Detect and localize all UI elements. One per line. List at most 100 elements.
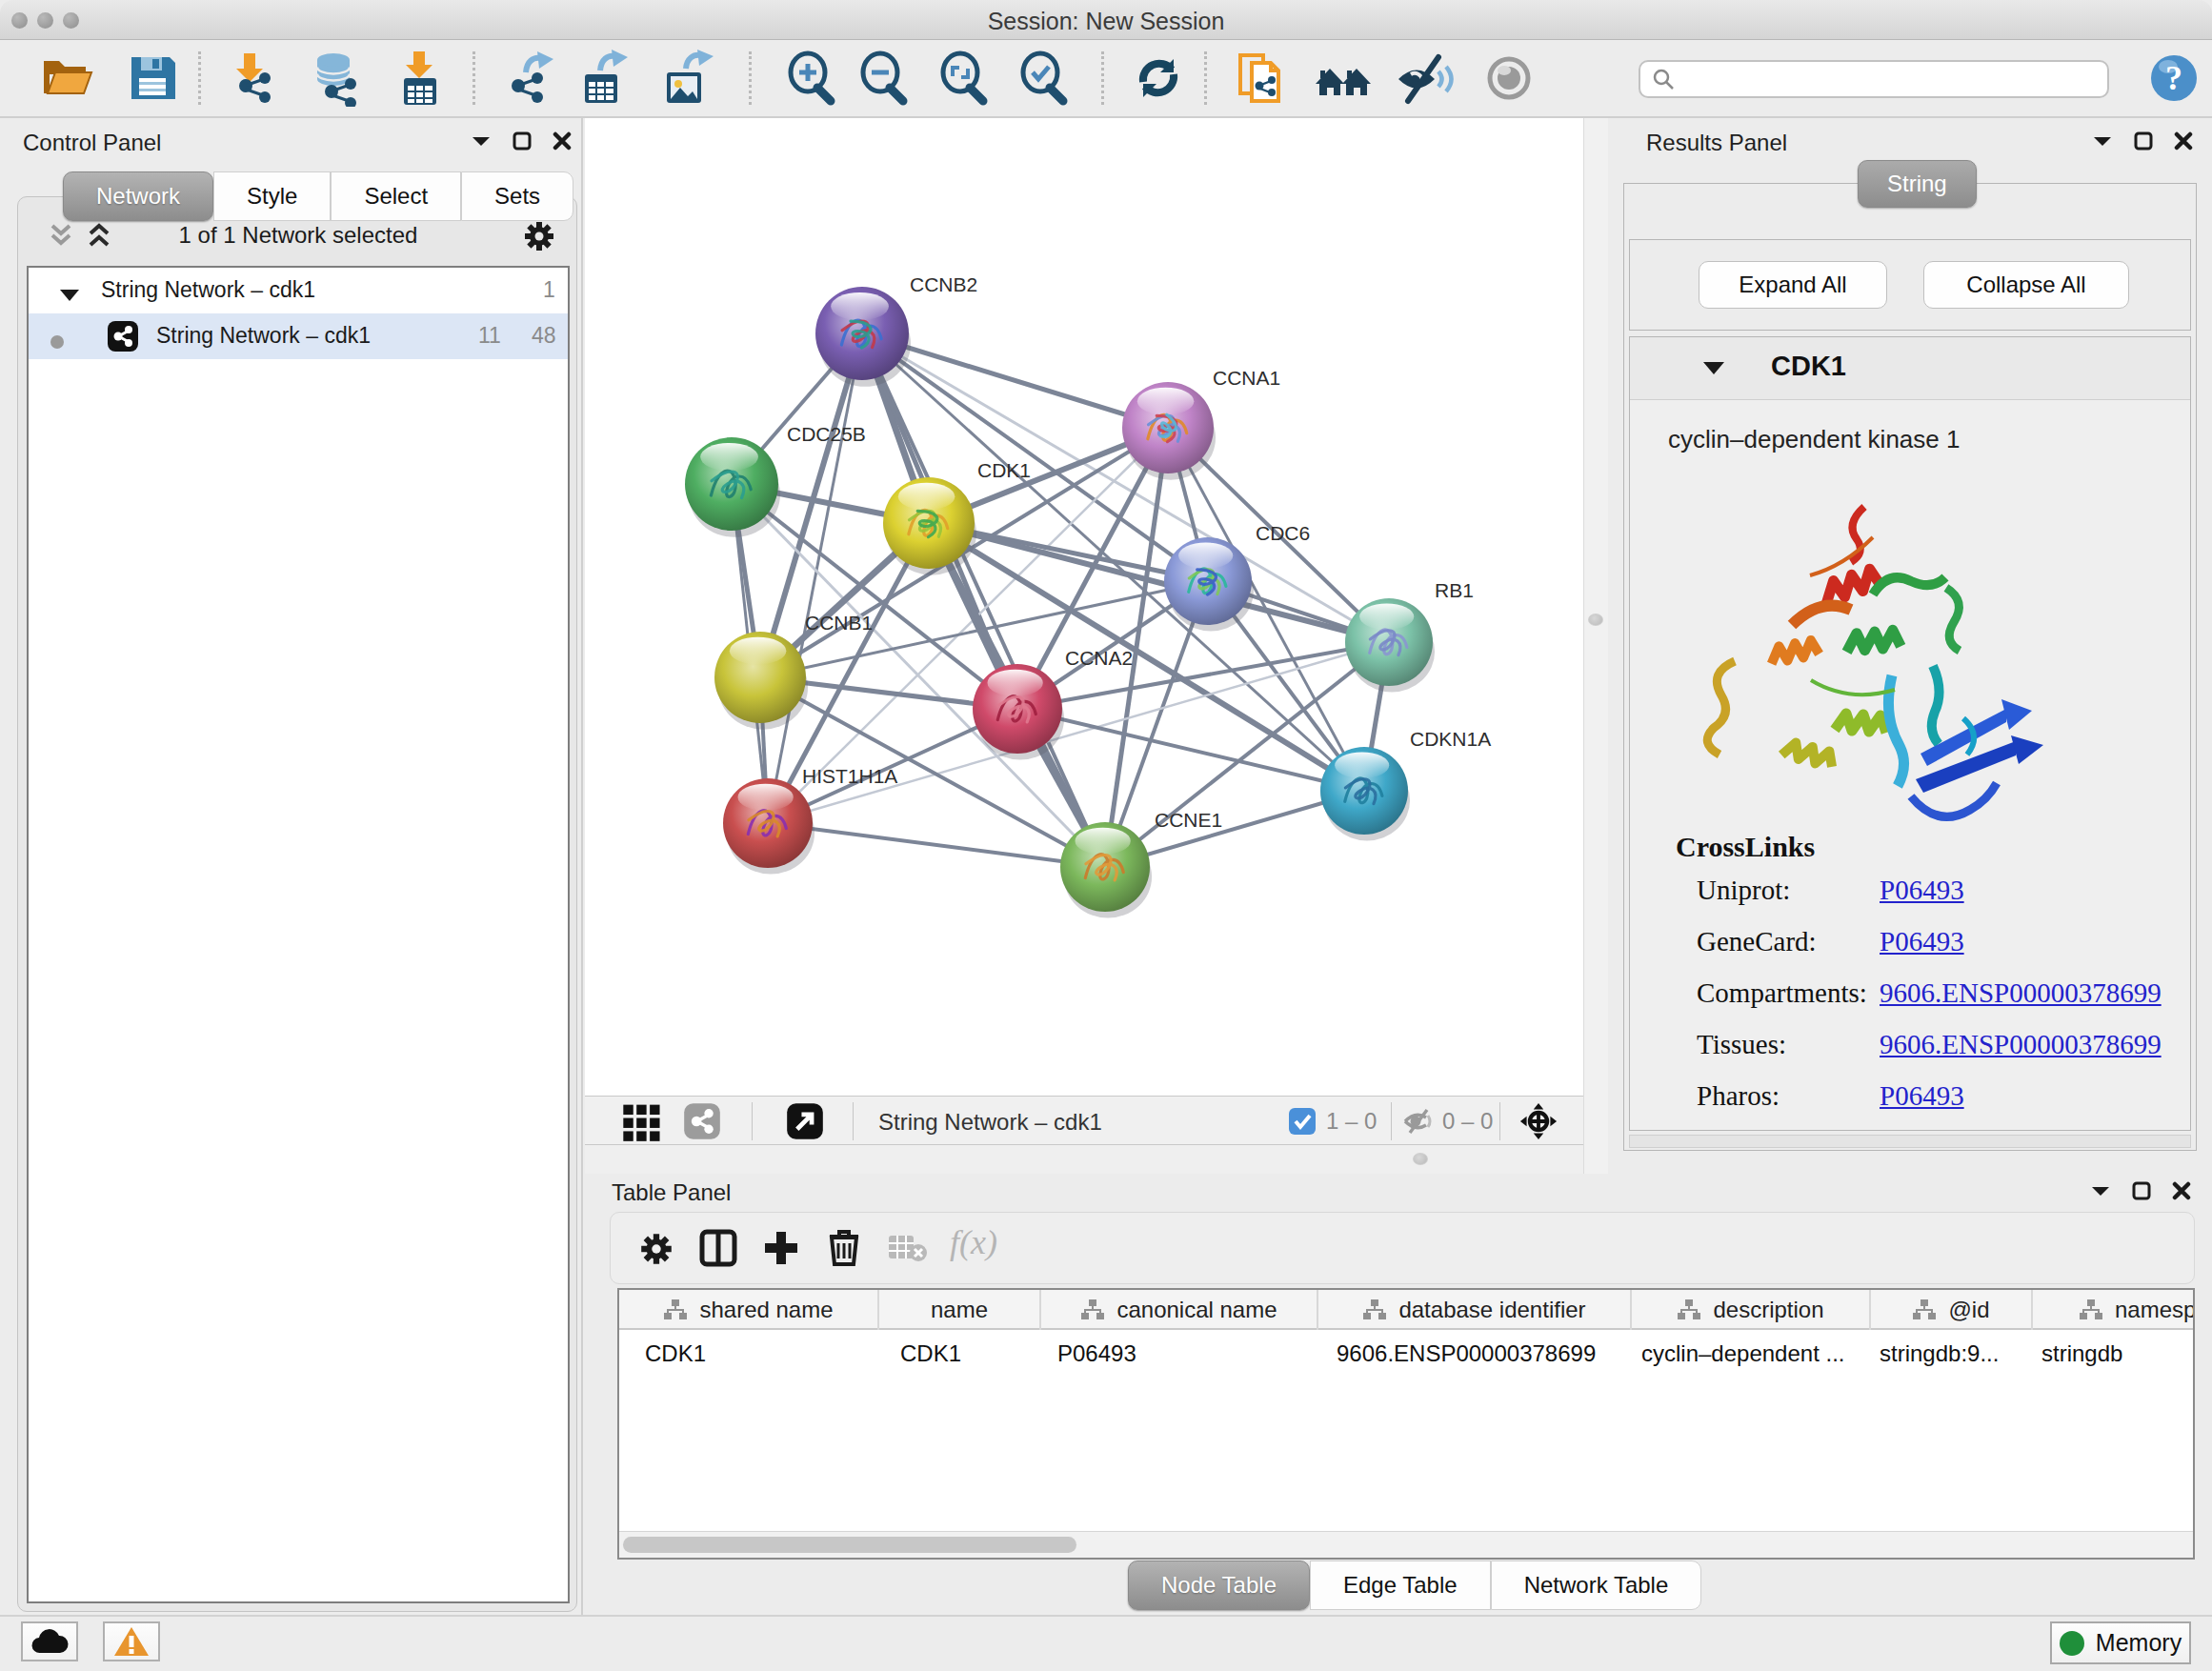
cell-shared-name[interactable]: CDK1 — [619, 1332, 879, 1376]
export-table-icon[interactable] — [573, 50, 631, 107]
zoom-out-icon[interactable] — [855, 50, 913, 107]
export-image-icon[interactable] — [657, 50, 714, 107]
open-in-window-icon[interactable] — [786, 1102, 824, 1144]
expand-all-button[interactable]: Expand All — [1699, 261, 1887, 309]
node-HIST1H1A[interactable]: HIST1H1A — [723, 765, 897, 875]
table-scrollbar-thumb[interactable] — [623, 1537, 1076, 1553]
table-settings-gear-icon[interactable] — [637, 1230, 675, 1272]
import-table-icon[interactable] — [391, 50, 448, 107]
column-header-namespace[interactable]: namespace — [2033, 1290, 2195, 1330]
node-RB1[interactable]: RB1 — [1345, 579, 1474, 692]
show-all-icon[interactable] — [1480, 50, 1538, 107]
crosslink-link[interactable]: 9606.ENSP00000378699 — [1880, 977, 2162, 1009]
crosslink-label: Tissues: — [1697, 1029, 1880, 1060]
cell-database-identifier[interactable]: 9606.ENSP00000378699 — [1318, 1332, 1632, 1376]
edge-CCNB2-CCNE1[interactable] — [862, 333, 1105, 867]
zoom-selected-icon[interactable] — [1016, 50, 1073, 107]
tab-select[interactable]: Select — [331, 171, 461, 221]
splitter-grip[interactable] — [1588, 614, 1603, 626]
import-database-icon[interactable] — [307, 50, 364, 107]
table-panel-close-icon[interactable] — [2172, 1181, 2191, 1204]
results-scrollbar[interactable] — [1629, 1135, 2191, 1148]
control-panel-menu-icon[interactable] — [471, 132, 492, 153]
node-CCNB2[interactable]: CCNB2 — [815, 273, 977, 387]
network-row-selected[interactable]: String Network – cdk1 11 48 — [29, 313, 568, 359]
tab-sets[interactable]: Sets — [461, 171, 573, 221]
node-CCNA1[interactable]: CCNA1 — [1122, 367, 1280, 480]
node-CDK1[interactable]: CDK1 — [883, 459, 1031, 575]
network-collection-row[interactable]: String Network – cdk1 1 — [29, 268, 568, 313]
help-icon[interactable]: ? — [2145, 50, 2202, 107]
pan-mode-icon[interactable] — [1518, 1101, 1558, 1145]
crosslink-link[interactable]: P06493 — [1880, 875, 1964, 906]
cell-canonical-name[interactable]: P06493 — [1041, 1332, 1318, 1376]
cell-description[interactable]: cyclin–dependent ... — [1632, 1332, 1871, 1376]
home-icon[interactable] — [1315, 50, 1372, 107]
vertical-splitter[interactable] — [1583, 118, 1608, 1174]
zoom-fit-icon[interactable] — [935, 50, 993, 107]
crosslink-link[interactable]: 9606.ENSP00000378699 — [1880, 1029, 2162, 1060]
column-header-shared-name[interactable]: shared name — [619, 1290, 879, 1330]
cell-@id[interactable]: stringdb:9... — [1871, 1332, 2033, 1376]
crosslink-link[interactable]: P06493 — [1880, 1080, 1964, 1112]
horizontal-splitter[interactable] — [585, 1145, 1608, 1174]
hidden-eye-icon[interactable] — [1402, 1107, 1435, 1139]
clone-network-icon[interactable] — [1233, 50, 1290, 107]
control-panel-float-icon[interactable] — [513, 131, 532, 154]
card-collapse-icon[interactable] — [1702, 360, 1725, 380]
import-network-icon[interactable] — [223, 50, 280, 107]
hide-selected-icon[interactable] — [1397, 50, 1454, 107]
zoom-in-icon[interactable] — [783, 50, 840, 107]
results-panel-menu-icon[interactable] — [2092, 132, 2113, 153]
edge-HIST1H1A-CCNE1[interactable] — [768, 823, 1105, 867]
selected-checkbox-icon[interactable] — [1288, 1107, 1317, 1139]
splitter-grip[interactable] — [1413, 1153, 1428, 1165]
results-panel-float-icon[interactable] — [2134, 131, 2153, 154]
network-type-badge-icon[interactable] — [683, 1102, 721, 1144]
collection-expander-icon[interactable] — [59, 283, 80, 309]
column-header-description[interactable]: description — [1632, 1290, 1871, 1330]
tab-style[interactable]: Style — [213, 171, 331, 221]
add-column-icon[interactable] — [761, 1228, 801, 1272]
edge-CCNB2-HIST1H1A[interactable] — [768, 333, 862, 823]
warning-status-button[interactable] — [103, 1621, 160, 1661]
result-card-header[interactable]: CDK1 — [1630, 337, 2190, 400]
cell-name[interactable]: CDK1 — [879, 1332, 1041, 1376]
table-row[interactable]: CDK1CDK1P064939606.ENSP00000378699cyclin… — [619, 1332, 2195, 1376]
crosslink-link[interactable]: P06493 — [1880, 926, 1964, 957]
network-options-gear-icon[interactable] — [521, 218, 557, 258]
cell-namespace[interactable]: stringdb — [2033, 1332, 2195, 1376]
export-network-icon[interactable] — [497, 50, 554, 107]
edge-CDK1-RB1[interactable] — [929, 523, 1389, 642]
column-header-database-identifier[interactable]: database identifier — [1318, 1290, 1632, 1330]
network-label: String Network – cdk1 — [156, 323, 371, 349]
network-canvas[interactable]: CCNB2CCNA1CDC25BCDK1CDC6RB1CCNB1CCNA2CDK… — [585, 118, 1583, 1096]
birds-eye-view-icon[interactable] — [621, 1100, 663, 1146]
tab-network[interactable]: Network — [63, 171, 213, 221]
cloud-status-button[interactable] — [21, 1621, 78, 1661]
results-tab-string[interactable]: String — [1858, 160, 1977, 208]
open-file-icon[interactable] — [38, 50, 95, 107]
table-tab-network-table[interactable]: Network Table — [1491, 1560, 1702, 1610]
table-tab-node-table[interactable]: Node Table — [1128, 1560, 1310, 1610]
save-session-icon[interactable] — [124, 50, 181, 107]
table-scrollbar[interactable] — [619, 1531, 2193, 1558]
column-header-canonical-name[interactable]: canonical name — [1041, 1290, 1318, 1330]
memory-button[interactable]: Memory — [2050, 1621, 2191, 1664]
results-panel-close-icon[interactable] — [2174, 131, 2193, 154]
table-tab-edge-table[interactable]: Edge Table — [1310, 1560, 1491, 1610]
refresh-layout-icon[interactable] — [1130, 50, 1187, 107]
function-builder-icon[interactable]: f(x) — [950, 1222, 997, 1262]
column-header-@id[interactable]: @id — [1871, 1290, 2033, 1330]
column-header-name[interactable]: name — [879, 1290, 1041, 1330]
node-CDKN1A[interactable]: CDKN1A — [1320, 728, 1491, 840]
node-table[interactable]: shared namenamecanonical namedatabase id… — [617, 1288, 2195, 1560]
delete-table-icon[interactable] — [887, 1234, 929, 1268]
table-panel-menu-icon[interactable] — [2090, 1182, 2111, 1203]
delete-column-icon[interactable] — [824, 1226, 864, 1272]
show-columns-icon[interactable] — [698, 1228, 738, 1272]
search-input[interactable] — [1639, 60, 2109, 98]
table-panel-float-icon[interactable] — [2132, 1181, 2151, 1204]
control-panel-close-icon[interactable] — [553, 131, 572, 154]
collapse-all-button[interactable]: Collapse All — [1923, 261, 2129, 309]
